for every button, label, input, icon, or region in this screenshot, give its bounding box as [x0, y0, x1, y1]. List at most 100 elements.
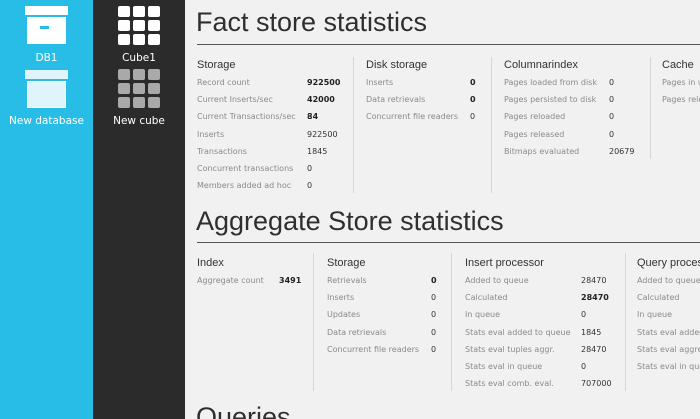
stat-label: Stats eval added to queue: [465, 327, 571, 337]
new-cube-tile[interactable]: New cube: [93, 69, 185, 127]
stat-label: Pages released: [504, 129, 565, 139]
stat-label: Concurrent file readers: [327, 344, 420, 354]
stat-row: Members added ad hoc 0: [197, 181, 347, 198]
stat-value: 0: [581, 361, 587, 371]
stat-label: Stats eval comb. eval.: [465, 379, 554, 389]
new-cube-grid-icon: [118, 69, 160, 108]
new-database-tile[interactable]: New database: [4, 70, 89, 127]
stat-label: Pages loaded from disk: [504, 78, 597, 87]
stat-list: Added to queue Calculated In queue Stats ev…: [637, 276, 700, 379]
stat-label: Transactions: [197, 146, 247, 156]
section-title: Cache: [662, 59, 694, 71]
stat-row: Added to queue 28470: [465, 276, 625, 293]
stat-label: Concurrent file readers: [366, 112, 459, 122]
stat-value: 922500: [307, 129, 338, 139]
section-title: Index: [197, 257, 224, 269]
stat-value: 0: [470, 95, 476, 105]
new-database-label: New database: [9, 115, 84, 127]
stat-label: Calculated: [465, 293, 508, 303]
stat-row: Pages reloaded 0: [504, 112, 644, 129]
stat-label: Bitmaps evaluated: [504, 146, 580, 156]
stat-label: In queue: [637, 310, 673, 320]
stat-row: Pages released 0: [504, 130, 644, 147]
aggregate-insert-processor-section: Insert processor Added to queue 28470 Calc…: [465, 257, 625, 396]
column-divider: [491, 57, 492, 193]
new-database-box-icon: [25, 70, 68, 108]
stat-row: Data retrievals 0: [327, 328, 442, 345]
stat-row: In queue 0: [465, 310, 625, 327]
stat-label: Stats eval aggreg: [637, 344, 700, 354]
stat-row: Inserts 922500: [197, 130, 347, 147]
stat-row: Aggregate count 3491: [197, 276, 302, 293]
fact-columnar-index-section: Columnarindex Pages loaded from disk 0 Pag…: [504, 59, 644, 164]
stat-label: Pages in u: [662, 78, 700, 87]
database-label: DB1: [35, 52, 58, 64]
section-title: Query proces: [637, 257, 700, 269]
fact-store-title: Fact store statistics: [196, 7, 428, 37]
stat-row: Record count 922500: [197, 78, 347, 95]
stat-label: Pages reloaded: [504, 112, 566, 122]
stat-label: Added to queue: [465, 276, 529, 285]
stat-value: 0: [431, 276, 437, 285]
fact-cache-section: Cache Pages in u Pages rele: [662, 59, 700, 112]
stat-value: 0: [581, 310, 587, 320]
aggregate-index-section: Index Aggregate count 3491: [197, 257, 302, 293]
queries-title: Queries: [196, 402, 291, 419]
stat-value: 28470: [581, 293, 609, 303]
stat-label: In queue: [465, 310, 501, 320]
stat-list: Record count 922500 Current Inserts/sec 420…: [197, 78, 347, 198]
cube-tile-cube1[interactable]: Cube1: [93, 6, 185, 64]
stat-label: Inserts: [197, 129, 225, 139]
stat-value: 0: [609, 129, 615, 139]
stat-row: Stats eval comb. eval. 707000: [465, 379, 625, 396]
stat-value: 0: [609, 95, 615, 105]
fact-disk-storage-section: Disk storage Inserts 0 Data retrievals 0 Con…: [366, 59, 481, 130]
stat-label: Updates: [327, 310, 361, 320]
stat-value: 1845: [307, 146, 328, 156]
stat-row: Current Inserts/sec 42000: [197, 95, 347, 112]
stat-label: Aggregate count: [197, 276, 264, 285]
stat-label: Pages rele: [662, 95, 700, 105]
stat-value: 0: [431, 327, 437, 337]
aggregate-storage-section: Storage Retrievals 0 Inserts 0 Updates 0 Data …: [327, 257, 442, 362]
stat-row: Concurrent transactions 0: [197, 164, 347, 181]
stat-value: 42000: [307, 95, 335, 105]
stat-list: Pages in u Pages rele: [662, 78, 700, 112]
section-title: Disk storage: [366, 59, 428, 71]
stat-row: Stats eval added to queue 1845: [465, 328, 625, 345]
stat-value: 84: [307, 112, 319, 122]
stat-row: In queue: [637, 310, 700, 327]
stat-list: Inserts 0 Data retrievals 0 Concurrent file …: [366, 78, 481, 130]
database-sidebar: DB1 New database: [0, 0, 93, 419]
stat-row: Concurrent file readers 0: [366, 112, 481, 129]
aggregate-store-title: Aggregate Store statistics: [196, 206, 504, 236]
stat-value: 0: [431, 310, 437, 320]
stat-list: Added to queue 28470 Calculated 28470 In que…: [465, 276, 625, 396]
stat-label: Pages persisted to disk: [504, 95, 597, 105]
stat-label: Stats eval in queue: [465, 361, 543, 371]
stat-row: Updates 0: [327, 310, 442, 327]
database-tile-db1[interactable]: DB1: [4, 6, 89, 64]
stat-label: Current Inserts/sec: [197, 95, 273, 105]
stat-label: Stats eval added: [637, 327, 700, 337]
stat-value: 1845: [581, 327, 602, 337]
fact-title-divider: [197, 44, 700, 45]
stat-label: Calculated: [637, 293, 680, 303]
section-title: Insert processor: [465, 257, 544, 269]
stat-label: Inserts: [327, 293, 355, 303]
stat-row: Pages in u: [662, 78, 700, 95]
stat-row: Retrievals 0: [327, 276, 442, 293]
stat-row: Pages rele: [662, 95, 700, 112]
stat-row: Pages loaded from disk 0: [504, 78, 644, 95]
stat-row: Stats eval aggreg: [637, 345, 700, 362]
stat-row: Stats eval in que: [637, 362, 700, 379]
stat-row: Calculated: [637, 293, 700, 310]
stat-label: Data retrievals: [327, 327, 387, 337]
statistics-panel: Fact store statistics Storage Record cou…: [185, 0, 700, 419]
stat-row: Calculated 28470: [465, 293, 625, 310]
stat-label: Stats eval in que: [637, 361, 700, 371]
stat-value: 28470: [581, 276, 607, 285]
fact-storage-section: Storage Record count 922500 Current Insert…: [197, 59, 347, 198]
stat-value: 922500: [307, 78, 341, 87]
stat-label: Retrievals: [327, 276, 367, 285]
